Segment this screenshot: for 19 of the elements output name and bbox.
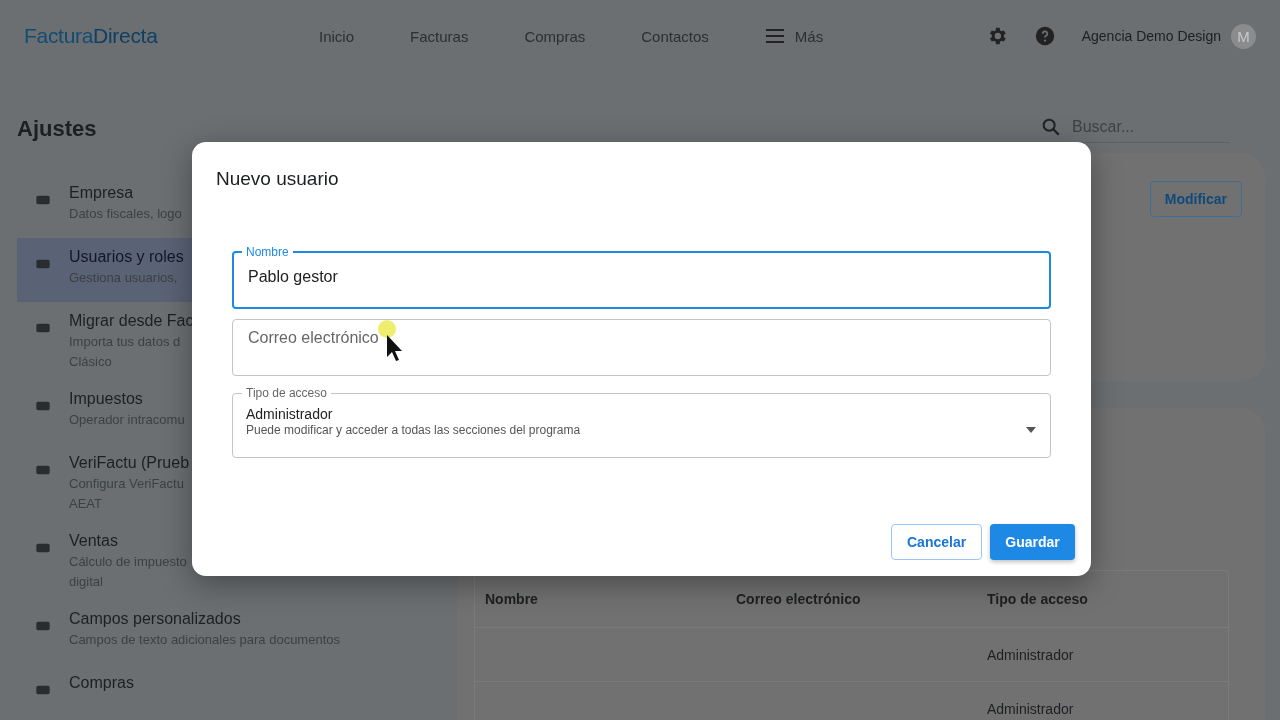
item-title: VeriFactu (Prueb — [69, 453, 190, 473]
table-cell-text: Administrador — [986, 700, 1075, 717]
item-title: Empresa — [69, 183, 135, 203]
item-title: Usuarios y roles — [69, 247, 184, 267]
item-title: Migrar desde Fac — [69, 311, 194, 331]
column-header: Tipo de acceso — [986, 591, 1089, 607]
item-title: Ventas — [69, 531, 119, 551]
item-title: Compras — [69, 673, 134, 693]
select-description: Puede modificar y acceder a todas las secciones del programa — [246, 423, 581, 437]
select-value: Administrador — [246, 406, 334, 422]
column-header: Correo electrónico — [735, 591, 862, 607]
dialog-title: Nuevo usuario — [216, 168, 340, 190]
item-title: Impuestos — [69, 389, 144, 409]
field-label: Tipo de acceso — [245, 386, 328, 400]
table-cell-text: Administrador — [986, 646, 1075, 663]
column-header: Nombre — [484, 591, 539, 607]
page-title: Ajustes — [17, 116, 98, 142]
item-title: Campos personalizados — [69, 609, 242, 629]
field-label: Nombre — [245, 245, 290, 259]
